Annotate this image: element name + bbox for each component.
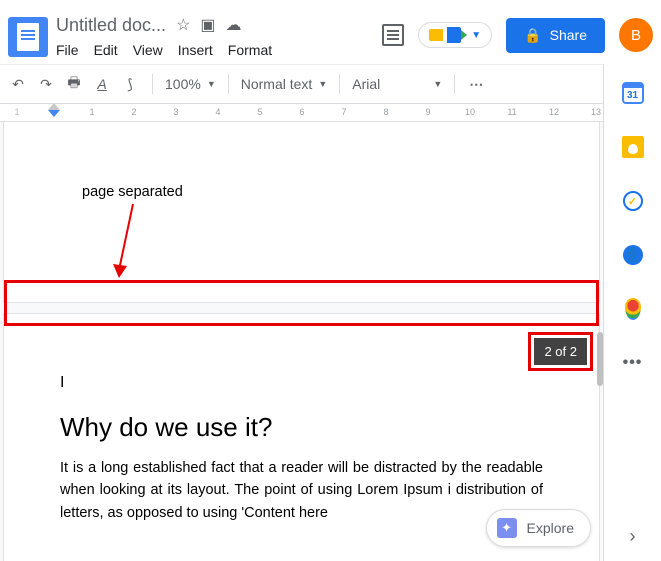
menu-format[interactable]: Format bbox=[228, 42, 272, 58]
chevron-down-icon: ▼ bbox=[318, 79, 327, 89]
vertical-scrollbar[interactable] bbox=[595, 122, 603, 561]
ruler-tick: 11 bbox=[505, 107, 519, 117]
ruler-tick: 7 bbox=[337, 107, 351, 117]
maps-icon[interactable] bbox=[622, 298, 644, 320]
body-paragraph[interactable]: It is a long established fact that a rea… bbox=[60, 457, 543, 524]
explore-button[interactable]: ✦ Explore bbox=[486, 509, 591, 547]
annotation-arrow-icon bbox=[109, 202, 149, 280]
more-icon[interactable]: ⋯ bbox=[467, 76, 487, 93]
toolbar: ↶ ↷ 🖶 A ⟆ 100%▼ Normal text▼ Arial▼ ⋯ bbox=[0, 64, 661, 104]
menu-edit[interactable]: Edit bbox=[94, 42, 118, 58]
side-panel: 31 ✓ 👤 ••• › bbox=[603, 64, 661, 561]
redo-icon[interactable]: ↷ bbox=[36, 76, 56, 93]
menu-file[interactable]: File bbox=[56, 42, 79, 58]
ruler-tick: 5 bbox=[253, 107, 267, 117]
print-icon[interactable]: 🖶 bbox=[64, 72, 84, 96]
ruler-tick: 1 bbox=[85, 107, 99, 117]
undo-icon[interactable]: ↶ bbox=[8, 76, 28, 93]
keep-icon[interactable] bbox=[622, 136, 644, 158]
menu-view[interactable]: View bbox=[133, 42, 163, 58]
docs-logo[interactable] bbox=[8, 17, 48, 57]
calendar-icon[interactable]: 31 bbox=[622, 82, 644, 104]
app-header: Untitled doc... ☆ ▣ ☁ File Edit View Ins… bbox=[0, 0, 661, 64]
comments-icon[interactable] bbox=[382, 24, 404, 46]
text-cursor[interactable]: I bbox=[60, 374, 543, 392]
body-heading[interactable]: Why do we use it? bbox=[60, 412, 543, 443]
ruler-tick: 9 bbox=[421, 107, 435, 117]
star-icon[interactable]: ☆ bbox=[176, 15, 190, 35]
menubar: File Edit View Insert Format bbox=[56, 42, 272, 58]
contacts-icon[interactable]: 👤 bbox=[622, 244, 644, 266]
chevron-down-icon: ▼ bbox=[207, 79, 216, 89]
page-1[interactable]: page separated bbox=[4, 122, 599, 302]
annotation-text: page separated bbox=[82, 184, 183, 200]
ruler-tick: 8 bbox=[379, 107, 393, 117]
addons-more-icon[interactable]: ••• bbox=[622, 352, 644, 374]
ruler-tick: 2 bbox=[127, 107, 141, 117]
move-icon[interactable]: ▣ bbox=[200, 15, 215, 35]
cloud-status-icon[interactable]: ☁ bbox=[226, 15, 242, 35]
ruler-tick: 1 bbox=[10, 107, 24, 117]
chevron-down-icon: ▼ bbox=[471, 30, 481, 41]
ruler-tick: 4 bbox=[211, 107, 225, 117]
horizontal-ruler[interactable]: 1 1 2 3 4 5 6 7 8 9 10 11 12 13 bbox=[0, 104, 661, 122]
lock-icon: 🔒 bbox=[524, 27, 541, 44]
spellcheck-icon[interactable]: A bbox=[92, 76, 112, 92]
meet-button[interactable]: ▼ bbox=[418, 22, 492, 48]
ruler-tick: 6 bbox=[295, 107, 309, 117]
share-button[interactable]: 🔒 Share bbox=[506, 18, 605, 53]
chevron-down-icon: ▼ bbox=[433, 79, 442, 89]
share-label: Share bbox=[550, 27, 587, 43]
ruler-tick: 3 bbox=[169, 107, 183, 117]
paragraph-style-select[interactable]: Normal text▼ bbox=[241, 76, 328, 92]
sidepanel-collapse-icon[interactable]: › bbox=[630, 526, 636, 547]
zoom-select[interactable]: 100%▼ bbox=[165, 76, 216, 92]
explore-icon: ✦ bbox=[497, 518, 517, 538]
ruler-tick: 10 bbox=[463, 107, 477, 117]
account-avatar[interactable]: B bbox=[619, 18, 653, 52]
menu-insert[interactable]: Insert bbox=[178, 42, 213, 58]
left-indent-icon[interactable] bbox=[48, 110, 60, 117]
font-family-select[interactable]: Arial▼ bbox=[352, 76, 442, 92]
paint-format-icon[interactable]: ⟆ bbox=[120, 76, 140, 93]
tasks-icon[interactable]: ✓ bbox=[622, 190, 644, 212]
document-title[interactable]: Untitled doc... bbox=[56, 15, 166, 36]
explore-label: Explore bbox=[527, 520, 574, 536]
page-indicator: 2 of 2 bbox=[534, 338, 587, 365]
document-canvas[interactable]: page separated 2 of 2 I Why do we use it… bbox=[0, 122, 603, 561]
ruler-tick: 13 bbox=[589, 107, 603, 117]
ruler-tick: 12 bbox=[547, 107, 561, 117]
